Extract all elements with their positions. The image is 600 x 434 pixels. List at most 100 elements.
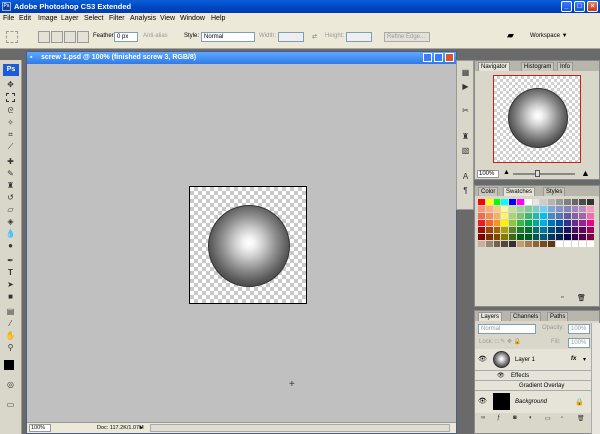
eye-icon[interactable]: 👁 bbox=[478, 355, 487, 364]
adjustment-layer-icon[interactable]: ◐ bbox=[529, 415, 533, 421]
swatch-cell[interactable] bbox=[493, 234, 501, 240]
menu-filter[interactable]: Filter bbox=[109, 15, 125, 22]
swatch-cell[interactable] bbox=[587, 199, 594, 205]
add-selection-icon[interactable] bbox=[51, 31, 63, 43]
marquee-tool-icon[interactable] bbox=[6, 93, 15, 102]
menu-image[interactable]: Image bbox=[38, 15, 57, 22]
swatch-cell[interactable] bbox=[478, 241, 485, 247]
rect-marquee-preset-icon[interactable] bbox=[6, 31, 18, 43]
swatch-cell[interactable] bbox=[571, 227, 579, 233]
image-canvas[interactable] bbox=[189, 186, 307, 304]
eraser-tool-icon[interactable]: ▱ bbox=[4, 205, 17, 215]
swatch-cell[interactable] bbox=[478, 213, 485, 219]
new-layer-icon[interactable]: ▫ bbox=[561, 415, 563, 421]
navigator-preview[interactable] bbox=[493, 75, 581, 163]
swatch-cell[interactable] bbox=[579, 220, 587, 226]
move-tool-icon[interactable]: ✥ bbox=[4, 80, 17, 90]
tab-navigator[interactable]: Navigator bbox=[478, 62, 510, 71]
zoom-field[interactable]: 100% bbox=[29, 424, 51, 432]
swatch-cell[interactable] bbox=[563, 206, 571, 212]
intersect-selection-icon[interactable] bbox=[77, 31, 89, 43]
swatch-cell[interactable] bbox=[517, 206, 524, 212]
swatch-cell[interactable] bbox=[509, 227, 516, 233]
blend-mode-select[interactable]: Normal bbox=[478, 324, 536, 334]
screen-mode-icon[interactable]: ▭ bbox=[4, 400, 17, 410]
delete-swatch-icon[interactable]: 🗑 bbox=[577, 294, 586, 302]
swatch-cell[interactable] bbox=[532, 241, 540, 247]
swatch-cell[interactable] bbox=[548, 241, 555, 247]
swatch-cell[interactable] bbox=[532, 213, 540, 219]
swatch-cell[interactable] bbox=[517, 234, 524, 240]
doc-close-button[interactable] bbox=[445, 53, 454, 62]
navigator-zoom-field[interactable]: 100% bbox=[477, 170, 499, 178]
dodge-tool-icon[interactable]: ● bbox=[4, 241, 17, 251]
swatch-cell[interactable] bbox=[548, 234, 555, 240]
swatch-cell[interactable] bbox=[478, 227, 485, 233]
bridge-icon[interactable]: ▰ bbox=[507, 30, 514, 41]
paragraph-panel-icon[interactable]: ¶ bbox=[459, 185, 472, 197]
swatch-cell[interactable] bbox=[501, 206, 509, 212]
actions-panel-icon[interactable]: ✂ bbox=[459, 105, 472, 117]
swatch-cell[interactable] bbox=[540, 206, 548, 212]
swatch-cell[interactable] bbox=[532, 220, 540, 226]
swatch-cell[interactable] bbox=[579, 206, 587, 212]
refine-edge-button[interactable]: Refine Edge... bbox=[384, 32, 430, 42]
swatch-cell[interactable] bbox=[571, 199, 579, 205]
horizontal-scrollbar[interactable] bbox=[150, 424, 450, 432]
tab-channels[interactable]: Channels bbox=[510, 312, 542, 321]
swatch-cell[interactable] bbox=[556, 227, 563, 233]
tab-styles[interactable]: Styles bbox=[543, 187, 566, 196]
path-selection-icon[interactable]: ➤ bbox=[4, 280, 17, 290]
swatch-cell[interactable] bbox=[509, 241, 516, 247]
swatch-cell[interactable] bbox=[532, 199, 540, 205]
swatch-cell[interactable] bbox=[478, 206, 485, 212]
swatch-cell[interactable] bbox=[563, 227, 571, 233]
swatch-cell[interactable] bbox=[532, 227, 540, 233]
crop-tool-icon[interactable]: ⌗ bbox=[4, 130, 17, 140]
new-swatch-icon[interactable]: ▫ bbox=[561, 294, 563, 301]
swatch-cell[interactable] bbox=[587, 206, 594, 212]
swap-icon[interactable]: ⇄ bbox=[312, 33, 317, 40]
brushes-panel-icon[interactable]: ▦ bbox=[459, 67, 472, 79]
menu-file[interactable]: File bbox=[3, 15, 14, 22]
menu-layer[interactable]: Layer bbox=[61, 15, 79, 22]
swatch-cell[interactable] bbox=[579, 241, 587, 247]
swatch-cell[interactable] bbox=[587, 220, 594, 226]
eyedropper-icon[interactable]: ⁄ bbox=[4, 319, 17, 329]
tab-color[interactable]: Color bbox=[478, 187, 499, 196]
expand-effects-icon[interactable]: ▾ bbox=[583, 356, 586, 363]
add-style-icon[interactable]: ƒ bbox=[497, 415, 500, 421]
swatch-cell[interactable] bbox=[517, 199, 524, 205]
zoom-tool-icon[interactable]: ⚲ bbox=[4, 343, 17, 353]
swatch-cell[interactable] bbox=[548, 199, 555, 205]
layer-row-layer1[interactable]: 👁 Layer 1 fx ▾ bbox=[475, 349, 595, 371]
menu-edit[interactable]: Edit bbox=[19, 15, 31, 22]
swatch-cell[interactable] bbox=[579, 234, 587, 240]
swatch-cell[interactable] bbox=[556, 206, 563, 212]
swatch-cell[interactable] bbox=[556, 220, 563, 226]
swatch-cell[interactable] bbox=[563, 241, 571, 247]
swatch-cell[interactable] bbox=[540, 227, 548, 233]
blur-tool-icon[interactable]: 💧 bbox=[4, 229, 17, 239]
menu-select[interactable]: Select bbox=[84, 15, 103, 22]
swatch-cell[interactable] bbox=[517, 227, 524, 233]
swatch-cell[interactable] bbox=[556, 213, 563, 219]
swatch-cell[interactable] bbox=[587, 213, 594, 219]
swatch-cell[interactable] bbox=[579, 199, 587, 205]
delete-layer-icon[interactable]: 🗑 bbox=[577, 415, 585, 422]
lasso-tool-icon[interactable]: ᘓ bbox=[4, 106, 17, 116]
swatch-cell[interactable] bbox=[548, 213, 555, 219]
pen-tool-icon[interactable]: ✒ bbox=[4, 256, 17, 266]
doc-minimize-button[interactable] bbox=[423, 53, 432, 62]
notes-tool-icon[interactable]: ▤ bbox=[4, 307, 17, 317]
canvas-area[interactable]: + bbox=[27, 64, 456, 422]
swatch-cell[interactable] bbox=[524, 220, 532, 226]
swatch-cell[interactable] bbox=[540, 213, 548, 219]
swatch-cell[interactable] bbox=[509, 213, 516, 219]
swatch-cell[interactable] bbox=[501, 234, 509, 240]
swatch-cell[interactable] bbox=[509, 220, 516, 226]
swatch-cell[interactable] bbox=[548, 220, 555, 226]
type-tool-icon[interactable]: T bbox=[4, 268, 17, 278]
subtract-selection-icon[interactable] bbox=[64, 31, 76, 43]
clone-stamp-icon[interactable]: ♜ bbox=[4, 181, 17, 191]
